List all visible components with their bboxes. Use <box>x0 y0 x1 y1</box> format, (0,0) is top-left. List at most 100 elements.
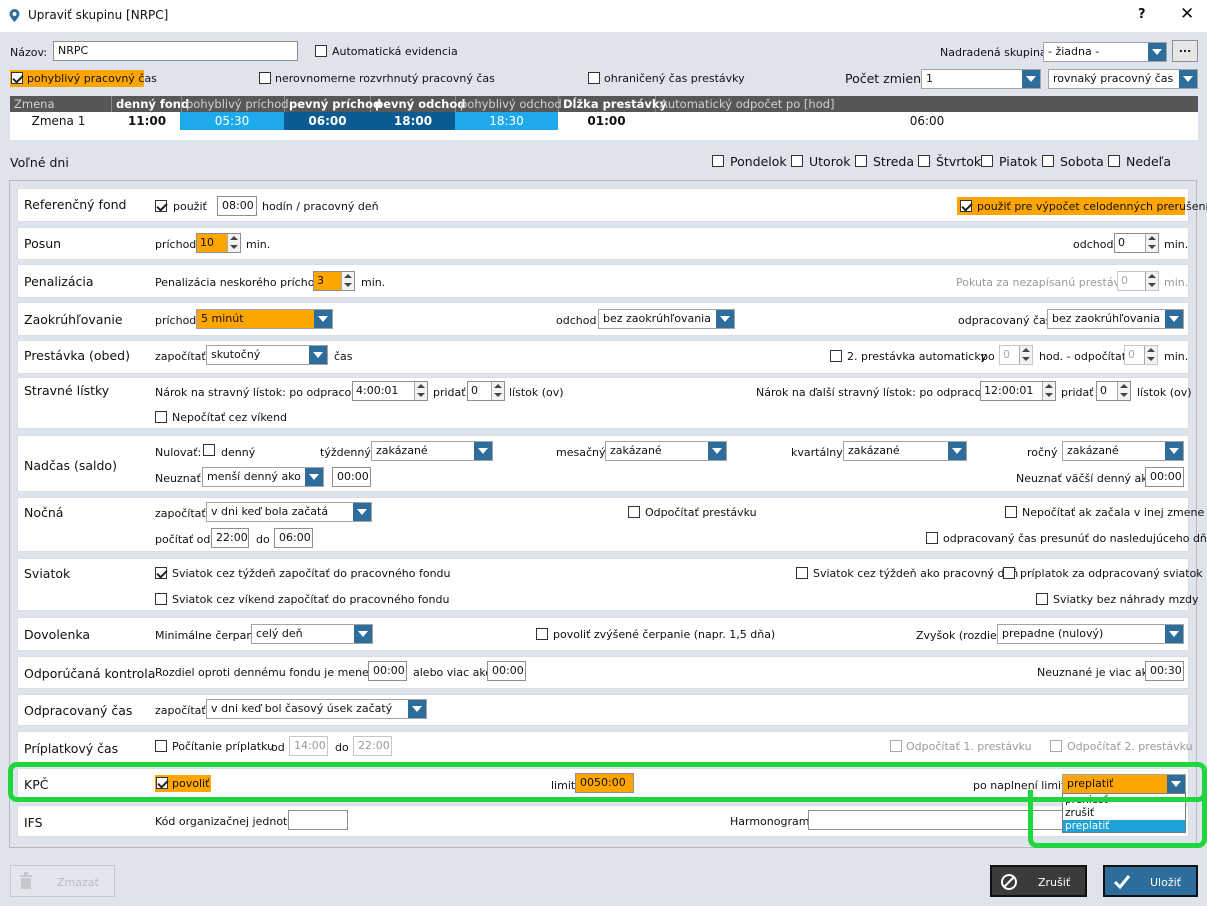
cell-fixed-departure: 18:00 <box>371 112 455 130</box>
parent-group-select[interactable]: - žiadna - <box>1043 42 1167 62</box>
vac-incr-checkbox[interactable] <box>536 628 548 640</box>
meal-claim-stepper[interactable]: 4:00:01 <box>352 381 428 401</box>
night-move-checkbox[interactable] <box>926 532 938 544</box>
ot-weekly-select[interactable]: zakázané <box>371 441 493 461</box>
round-departure-label: odchod <box>556 314 597 327</box>
delete-button[interactable]: Zmazať <box>10 865 115 897</box>
meal-unit2-label: lístok (ov) <box>1137 386 1192 399</box>
ot-yearly-select[interactable]: zakázané <box>1062 441 1184 461</box>
worked-count-select[interactable]: v dni keď bol časový úsek začatý <box>206 699 427 719</box>
extra-to-input[interactable]: 22:00 <box>353 736 392 756</box>
ctrl-unrec-input[interactable]: 00:30 <box>1145 661 1184 681</box>
row-title: Odpracovaný čas <box>24 703 133 718</box>
night-from-input[interactable]: 22:00 <box>211 528 249 548</box>
ref-use-label: použiť <box>173 200 207 213</box>
save-button[interactable]: Uložiť <box>1103 865 1198 897</box>
shifts-count-select[interactable]: 1 <box>921 69 1041 89</box>
flex-time-checkbox[interactable] <box>11 72 23 84</box>
ot-ignore-select[interactable]: menší denný ako <box>202 467 324 487</box>
hol-e-checkbox[interactable] <box>1036 593 1048 605</box>
ctrl-unrec-label: Neuznané je viac ako <box>1037 666 1155 679</box>
posun-arrival-label: príchod <box>155 238 197 251</box>
ot-monthly-select[interactable]: zakázané <box>605 441 727 461</box>
round-worked-select[interactable]: bez zaokrúhľovania <box>1047 309 1184 329</box>
posun-departure-label: odchod <box>1073 238 1114 251</box>
ref-use-checkbox[interactable] <box>155 200 167 212</box>
meal-add2-stepper[interactable]: 0 <box>1096 381 1131 401</box>
round-arrival-select[interactable]: 5 minút <box>196 309 333 329</box>
name-input[interactable]: NRPC <box>53 41 298 61</box>
extra-from-input[interactable]: 14:00 <box>289 736 328 756</box>
ot-daily-checkbox[interactable] <box>203 444 215 456</box>
meal-add2-label: pridať <box>1061 386 1094 399</box>
second-break-subtract-stepper[interactable]: 0 <box>1124 345 1158 365</box>
vac-rest-select[interactable]: prepadne (nulový) <box>997 624 1184 644</box>
auto-evid-checkbox[interactable] <box>315 45 327 57</box>
ot-reset-label: Nulovať: <box>155 446 202 459</box>
ref-hours-input[interactable]: 08:00 <box>217 196 257 216</box>
trash-icon <box>20 872 32 889</box>
hol-a-label: Sviatok cez týždeň započítať do pracovné… <box>172 567 451 580</box>
ctrl-or-input[interactable]: 00:00 <box>487 661 526 681</box>
wholeday-checkbox[interactable] <box>960 200 972 212</box>
extra-s1-checkbox[interactable] <box>890 740 902 752</box>
vac-min-select[interactable]: celý deň <box>251 624 373 644</box>
hol-b-checkbox[interactable] <box>796 567 808 579</box>
day-checkbox-wed[interactable] <box>855 155 867 167</box>
day-checkbox-fri[interactable] <box>981 155 993 167</box>
posun-arrival-stepper[interactable]: 10 <box>196 233 241 253</box>
more-button[interactable]: ... <box>1172 40 1198 62</box>
table-row[interactable]: Zmena 1 11:00 05:30 06:00 18:00 18:30 01… <box>10 112 1198 140</box>
hol-a-checkbox[interactable] <box>155 567 167 579</box>
chevron-down-icon <box>716 310 734 328</box>
night-count-select[interactable]: v dni keď bola začatá <box>206 502 372 522</box>
meal-add-stepper[interactable]: 0 <box>467 381 505 401</box>
cell-break-length: 01:00 <box>587 114 626 128</box>
fine-stepper[interactable]: 0 <box>1117 271 1159 291</box>
second-break-checkbox[interactable] <box>830 350 842 362</box>
round-departure-select[interactable]: bez zaokrúhľovania <box>598 309 735 329</box>
hol-c-checkbox[interactable] <box>1003 567 1015 579</box>
limited-break-checkbox[interactable] <box>588 72 600 84</box>
row-title: IFS <box>24 815 43 830</box>
break-count-select[interactable]: skutočný <box>206 345 328 365</box>
meal-claim2-stepper[interactable]: 12:00:01 <box>980 381 1056 401</box>
name-label: Názov: <box>10 46 48 59</box>
day-checkbox-mon[interactable] <box>712 155 724 167</box>
ot-ignore2-time-input[interactable]: 00:00 <box>1145 467 1184 487</box>
night-move-label: odpracovaný čas presunúť do nasledujúceh… <box>943 532 1207 545</box>
chevron-down-icon <box>314 310 332 328</box>
night-no-other-checkbox[interactable] <box>1005 506 1017 518</box>
help-button[interactable]: ? <box>1138 7 1146 22</box>
hol-d-checkbox[interactable] <box>155 593 167 605</box>
close-button[interactable]: ✕ <box>1180 4 1194 24</box>
meal-weekend-checkbox[interactable] <box>155 411 167 423</box>
cancel-button[interactable]: Zrušiť <box>990 865 1087 897</box>
uneven-checkbox[interactable] <box>259 72 271 84</box>
ot-ignore-time-input[interactable]: 00:00 <box>332 467 371 487</box>
posun-departure-stepper[interactable]: 0 <box>1114 233 1159 253</box>
extra-calc-checkbox[interactable] <box>155 740 167 752</box>
day-checkbox-sun[interactable] <box>1108 155 1120 167</box>
second-break-after-stepper[interactable]: 0 <box>999 345 1033 365</box>
night-sub-break-checkbox[interactable] <box>628 506 640 518</box>
night-from-label: počítať od <box>155 533 211 546</box>
chevron-down-icon <box>948 442 966 460</box>
col-break-length: Dĺžka prestávky <box>559 96 667 112</box>
ctrl-diff-input[interactable]: 00:00 <box>368 661 407 681</box>
cell-daily-fund: 11:00 <box>127 114 167 128</box>
day-checkbox-tue[interactable] <box>791 155 803 167</box>
night-to-input[interactable]: 06:00 <box>274 528 313 548</box>
location-pin-icon <box>9 9 20 22</box>
late-arrival-stepper[interactable]: 3 <box>313 271 355 291</box>
chevron-down-icon <box>1022 70 1040 88</box>
ifs-org-input[interactable] <box>288 810 348 830</box>
ot-quarterly-select[interactable]: zakázané <box>843 441 967 461</box>
row-title: Stravné lístky <box>24 383 110 398</box>
break-count-label: započítať <box>155 350 206 363</box>
day-checkbox-thu[interactable] <box>918 155 930 167</box>
day-label-wed: Streda <box>873 154 914 169</box>
day-checkbox-sat[interactable] <box>1042 155 1054 167</box>
work-time-type-select[interactable]: rovnaký pracovný čas <box>1048 69 1198 89</box>
extra-s2-checkbox[interactable] <box>1050 740 1062 752</box>
